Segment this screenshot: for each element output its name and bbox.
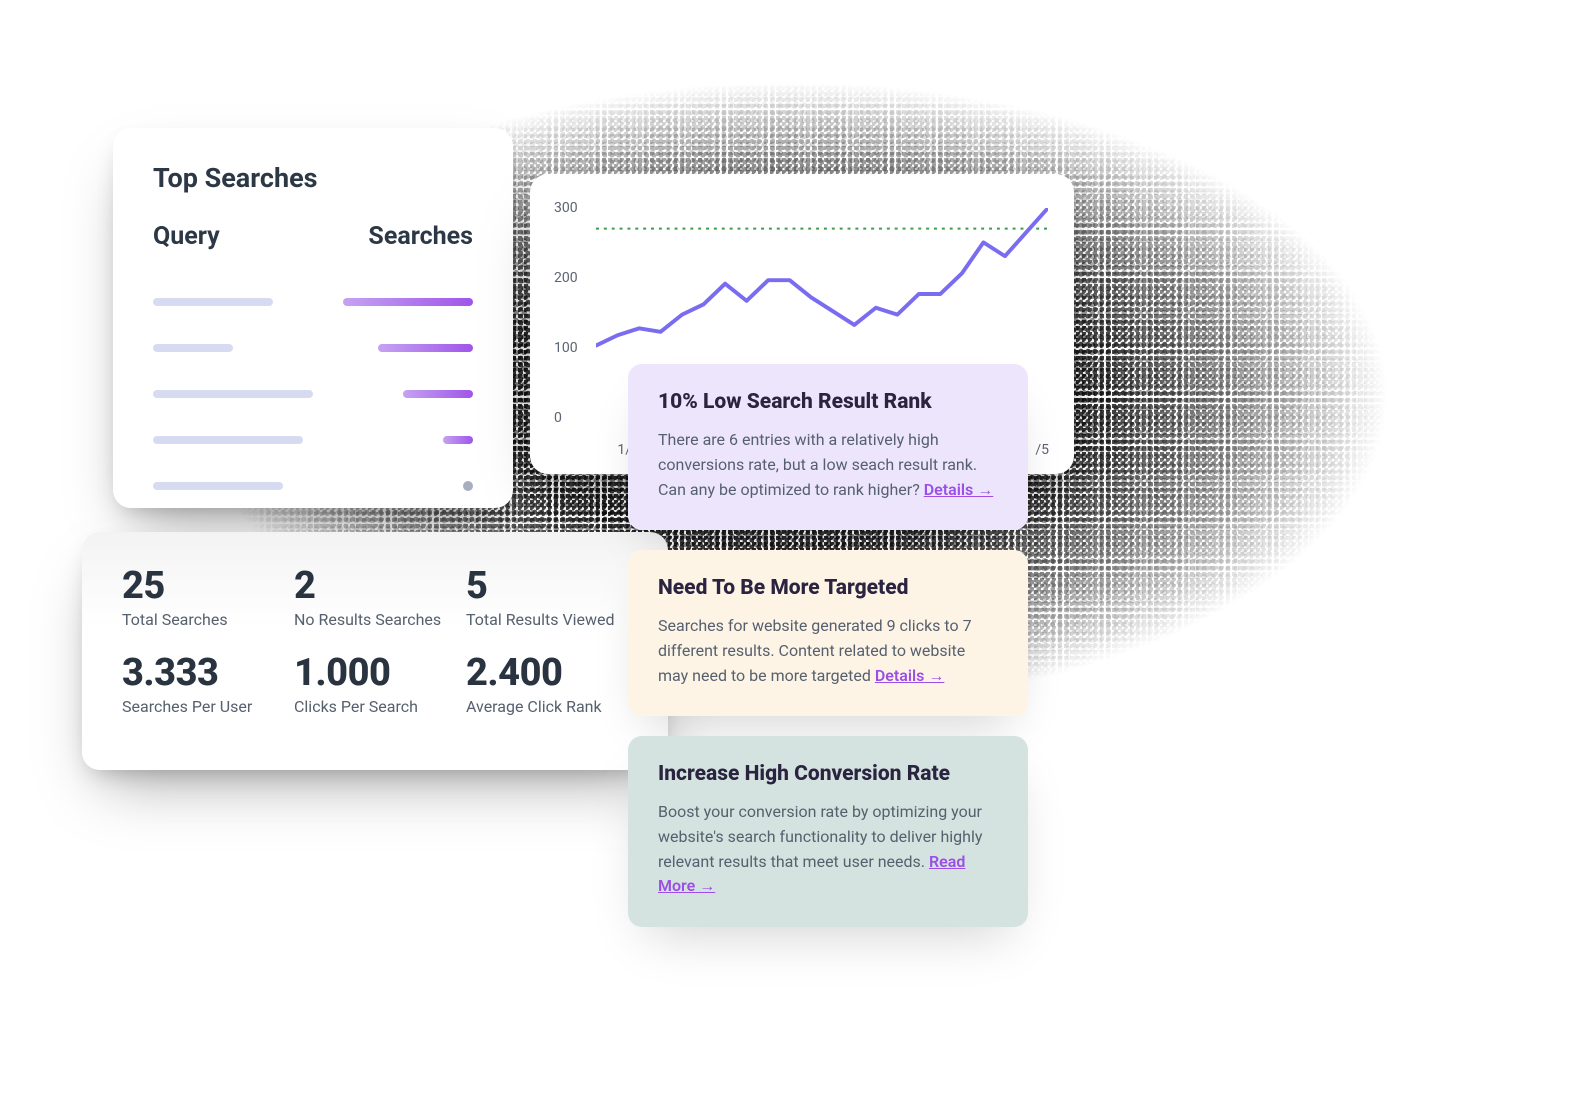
insight-body: There are 6 entries with a relatively hi… xyxy=(658,428,998,502)
insight-card-conversion: Increase High Conversion Rate Boost your… xyxy=(628,736,1028,927)
query-bar xyxy=(153,436,303,444)
stat-value: 5 xyxy=(466,564,628,608)
stat-cell: 5 Total Results Viewed xyxy=(466,564,628,651)
insight-card-low-rank: 10% Low Search Result Rank There are 6 e… xyxy=(628,364,1028,530)
table-row xyxy=(153,371,473,417)
stat-cell: 1.000 Clicks Per Search xyxy=(294,651,456,738)
top-searches-column-headers: Query Searches xyxy=(153,222,473,251)
stat-label: Total Results Viewed xyxy=(466,610,628,629)
insight-body: Searches for website generated 9 clicks … xyxy=(658,614,998,688)
stat-cell: 2.400 Average Click Rank xyxy=(466,651,628,738)
stat-label: Clicks Per Search xyxy=(294,697,456,716)
stat-label: Searches Per User xyxy=(122,697,284,716)
insight-title: Need To Be More Targeted xyxy=(658,576,998,600)
table-row xyxy=(153,325,473,371)
searches-bar xyxy=(463,481,473,491)
searches-bar xyxy=(343,298,473,306)
y-axis-tick: 200 xyxy=(554,270,578,286)
stats-card: 25 Total Searches 2 No Results Searches 5 Tot… xyxy=(82,532,668,770)
stat-cell: 2 No Results Searches xyxy=(294,564,456,651)
searches-bar xyxy=(443,436,473,444)
insight-title: Increase High Conversion Rate xyxy=(658,762,998,786)
stat-label: Average Click Rank xyxy=(466,697,628,716)
series-line xyxy=(596,208,1048,346)
top-searches-card: Top Searches Query Searches xyxy=(113,128,513,508)
query-bar xyxy=(153,482,283,490)
stat-cell: 25 Total Searches xyxy=(122,564,284,651)
stat-value: 3.333 xyxy=(122,651,284,695)
insight-body: Boost your conversion rate by optimizing… xyxy=(658,800,998,899)
column-header-query: Query xyxy=(153,222,220,251)
stat-value: 2 xyxy=(294,564,456,608)
y-axis-tick: 100 xyxy=(554,340,578,356)
details-link[interactable]: Details xyxy=(875,666,945,685)
details-link[interactable]: Details xyxy=(924,480,994,499)
query-bar xyxy=(153,390,313,398)
table-row xyxy=(153,279,473,325)
query-bar xyxy=(153,344,233,352)
insight-title: 10% Low Search Result Rank xyxy=(658,390,998,414)
stat-label: Total Searches xyxy=(122,610,284,629)
stat-value: 2.400 xyxy=(466,651,628,695)
y-axis-tick: 300 xyxy=(554,200,578,216)
stat-value: 25 xyxy=(122,564,284,608)
searches-bar xyxy=(403,390,473,398)
stat-cell: 3.333 Searches Per User xyxy=(122,651,284,738)
query-bar xyxy=(153,298,273,306)
y-axis-tick: 0 xyxy=(554,410,562,426)
searches-bar xyxy=(378,344,473,352)
top-searches-title: Top Searches xyxy=(153,162,473,194)
stat-value: 1.000 xyxy=(294,651,456,695)
x-axis-tick: /5 xyxy=(1035,442,1049,458)
table-row xyxy=(153,417,473,463)
column-header-searches: Searches xyxy=(368,222,473,251)
stat-label: No Results Searches xyxy=(294,610,456,629)
table-row xyxy=(153,463,473,509)
insight-card-targeted: Need To Be More Targeted Searches for we… xyxy=(628,550,1028,716)
